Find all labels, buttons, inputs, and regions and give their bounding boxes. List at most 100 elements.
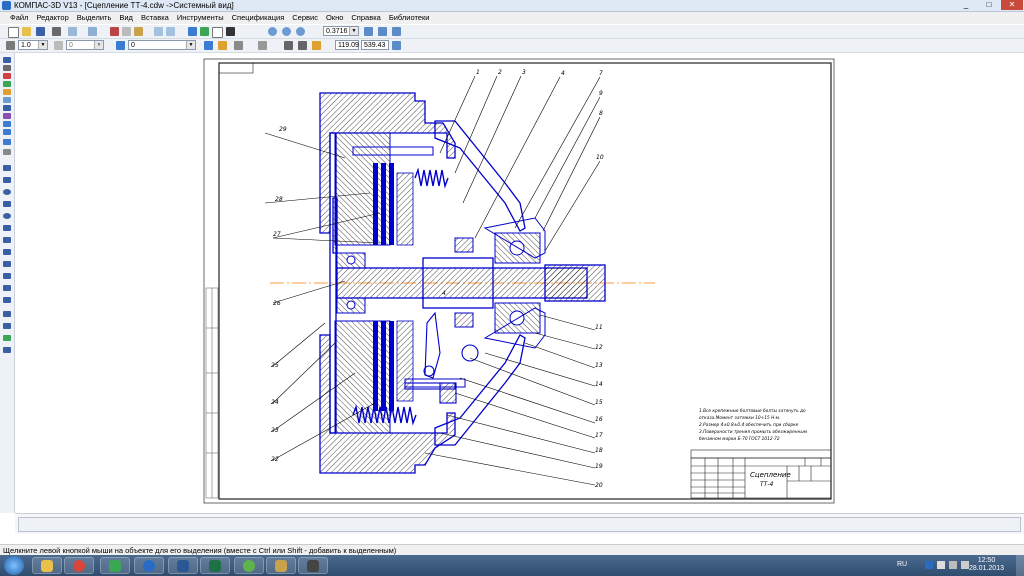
copy-icon[interactable]: [122, 27, 131, 36]
measure-tool-icon[interactable]: [3, 97, 11, 103]
zoom-out-icon[interactable]: [296, 27, 305, 36]
view-state-icon[interactable]: [54, 41, 63, 50]
ellipse-icon[interactable]: [3, 213, 11, 219]
network-icon[interactable]: [949, 561, 957, 569]
grid-icon[interactable]: [258, 41, 267, 50]
menu-window[interactable]: Окно: [322, 12, 347, 24]
show-desktop-button[interactable]: [1016, 555, 1024, 576]
view-field[interactable]: 0 ▼: [66, 40, 104, 50]
zoom-window-icon[interactable]: [268, 27, 277, 36]
chamfer-icon[interactable]: [3, 273, 11, 279]
drawing-canvas[interactable]: 1 2 3 4 7 9 8 10 11 12 13 14 15 16 17 18…: [15, 53, 1024, 513]
open-folder-icon[interactable]: [22, 27, 31, 36]
segment-icon[interactable]: [3, 177, 11, 183]
local-cs-icon[interactable]: [284, 41, 293, 50]
contour-icon[interactable]: [3, 285, 11, 291]
equidistant-icon[interactable]: [3, 335, 11, 341]
taskbar-chrome[interactable]: [64, 557, 94, 574]
menu-help[interactable]: Справка: [347, 12, 384, 24]
bezier-icon[interactable]: [3, 249, 11, 255]
menu-insert[interactable]: Вставка: [137, 12, 173, 24]
hatch-icon[interactable]: [3, 297, 11, 303]
start-button[interactable]: [4, 556, 24, 575]
insert-tool-icon[interactable]: [3, 129, 11, 135]
spec-tool-icon[interactable]: [3, 113, 11, 119]
help-cursor-icon[interactable]: [226, 27, 235, 36]
chevron-down-icon[interactable]: ▼: [186, 41, 195, 49]
coord-x-field[interactable]: 119.09: [335, 40, 359, 50]
parametrization-tool-icon[interactable]: [3, 89, 11, 95]
menu-view[interactable]: Вид: [115, 12, 137, 24]
layer-field[interactable]: 0 ▼: [128, 40, 196, 50]
cut-icon[interactable]: [110, 27, 119, 36]
variables-icon[interactable]: [200, 27, 209, 36]
point-icon[interactable]: [3, 149, 11, 155]
rectangle-icon[interactable]: [3, 311, 11, 317]
taskbar-explorer[interactable]: [32, 557, 62, 574]
preview-icon[interactable]: [68, 27, 77, 36]
taskbar-app4[interactable]: [298, 557, 328, 574]
views-tool-icon[interactable]: [3, 139, 11, 145]
menu-specification[interactable]: Спецификация: [228, 12, 289, 24]
fillet-icon[interactable]: [3, 225, 11, 231]
chevron-down-icon[interactable]: ▼: [94, 41, 103, 49]
designation-tool-icon[interactable]: [3, 73, 11, 79]
document-manager-icon[interactable]: [88, 27, 97, 36]
zoom-field[interactable]: 0.3716 ▼: [323, 26, 359, 36]
tray-icon[interactable]: [937, 561, 945, 569]
menu-tools[interactable]: Инструменты: [173, 12, 228, 24]
paste-icon[interactable]: [134, 27, 143, 36]
close-button[interactable]: ✕: [1001, 0, 1023, 10]
new-document-icon[interactable]: [8, 27, 19, 38]
redo-icon[interactable]: [166, 27, 175, 36]
manager-icon[interactable]: [188, 27, 197, 36]
rotate-icon[interactable]: [378, 27, 387, 36]
print-icon[interactable]: [52, 27, 61, 36]
nurbs-icon[interactable]: [3, 261, 11, 267]
menu-select[interactable]: Выделить: [73, 12, 116, 24]
save-icon[interactable]: [36, 27, 45, 36]
layer-icon[interactable]: [116, 41, 125, 50]
properties-icon[interactable]: [204, 41, 213, 50]
taskbar-app2[interactable]: [234, 557, 264, 574]
refresh-icon[interactable]: [392, 27, 401, 36]
edit-tool-icon[interactable]: [3, 81, 11, 87]
line-scale-field[interactable]: 1.0 ▼: [18, 40, 48, 50]
chevron-down-icon[interactable]: ▼: [38, 41, 47, 49]
taskbar-excel[interactable]: [200, 557, 230, 574]
menu-edit[interactable]: Редактор: [32, 12, 72, 24]
maximize-button[interactable]: □: [978, 0, 1000, 10]
collect-contour-icon[interactable]: [3, 347, 11, 353]
undo-icon[interactable]: [154, 27, 163, 36]
line-icon[interactable]: [3, 165, 11, 171]
circle-icon[interactable]: [3, 189, 11, 195]
polyline-icon[interactable]: [3, 237, 11, 243]
apply-coord-icon[interactable]: [392, 41, 401, 50]
taskbar-kompas[interactable]: [134, 557, 164, 574]
chevron-down-icon[interactable]: ▼: [349, 27, 358, 35]
volume-icon[interactable]: [961, 561, 969, 569]
minimize-button[interactable]: _: [955, 0, 977, 10]
menu-file[interactable]: Файл: [0, 12, 32, 24]
properties-field[interactable]: [18, 517, 1021, 532]
select-tool-icon[interactable]: [3, 105, 11, 111]
orthogonal-icon[interactable]: [234, 41, 243, 50]
menu-service[interactable]: Сервис: [288, 12, 322, 24]
dimension-tool-icon[interactable]: [3, 65, 11, 71]
taskbar-word[interactable]: [168, 557, 198, 574]
pan-icon[interactable]: [364, 27, 373, 36]
line-style-icon[interactable]: [6, 41, 15, 50]
polygon-icon[interactable]: [3, 323, 11, 329]
magnet-icon[interactable]: [312, 41, 321, 50]
zoom-in-icon[interactable]: [282, 27, 291, 36]
tray-icon[interactable]: [925, 561, 933, 569]
formula-icon[interactable]: [212, 27, 223, 38]
report-tool-icon[interactable]: [3, 121, 11, 127]
arc-icon[interactable]: [3, 201, 11, 207]
coord-y-field[interactable]: 539.43: [361, 40, 389, 50]
language-indicator[interactable]: RU: [897, 561, 907, 568]
menu-libraries[interactable]: Библиотеки: [385, 12, 434, 24]
taskbar-app[interactable]: [100, 557, 130, 574]
taskbar-app3[interactable]: [266, 557, 296, 574]
geometry-tool-icon[interactable]: [3, 57, 11, 63]
